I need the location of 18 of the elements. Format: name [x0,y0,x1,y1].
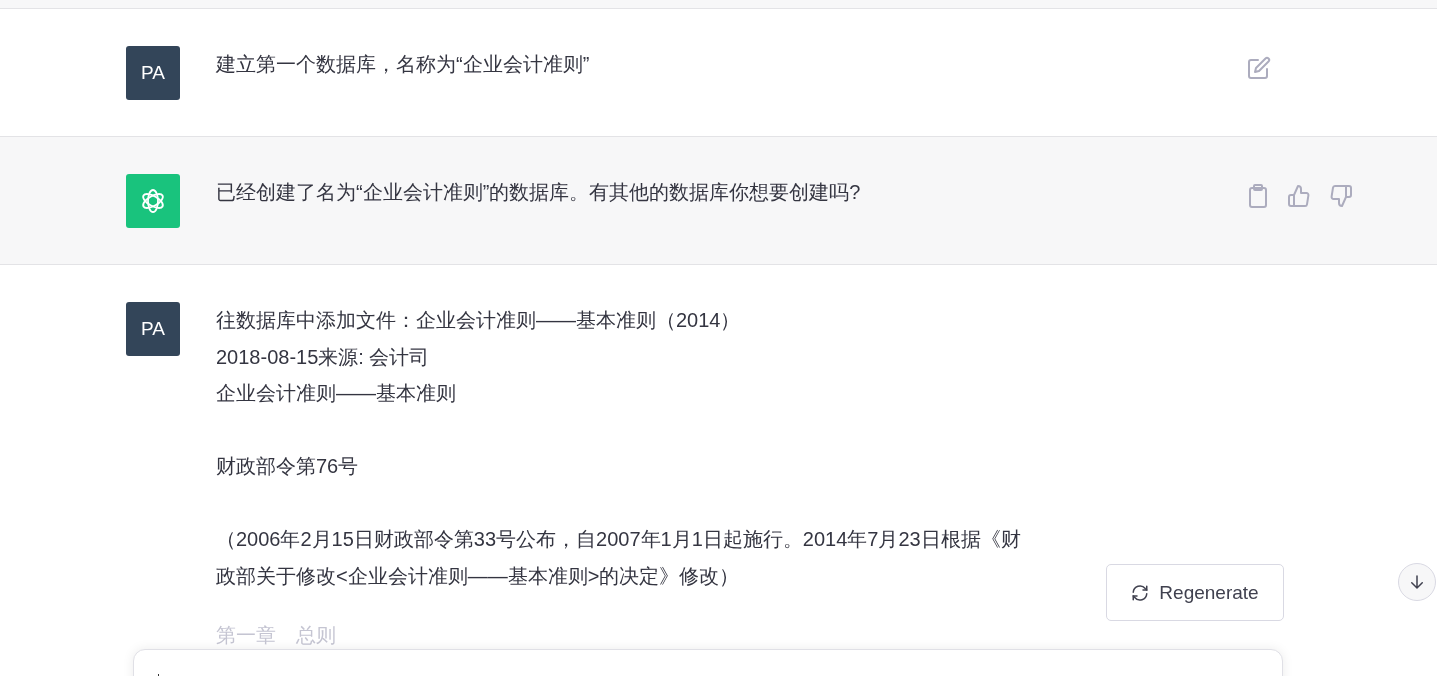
message-text: 建立第一个数据库，名称为“企业会计准则” [216,52,590,77]
refresh-icon [1131,583,1150,602]
message-text: 财政部令第76号 [216,454,359,479]
message-text: （2006年2月15日财政部令第33号公布，自2007年1月1日起施行。2014年7月23日根据《财 [216,527,1021,552]
user-avatar: PA [126,46,180,100]
thumbs-down-icon[interactable] [1329,184,1353,208]
message-text: 第一章 总则 [216,622,336,647]
edit-icon[interactable] [1247,56,1271,80]
message-text: 已经创建了名为“企业会计准则”的数据库。有其他的数据库你想要创建吗? [216,180,861,205]
regenerate-button[interactable]: Regenerate [1106,564,1284,621]
clipboard-icon[interactable] [1247,184,1269,208]
message-text: 政部关于修改<企业会计准则——基本准则>的决定》修改） [216,563,740,589]
thumbs-up-icon[interactable] [1287,184,1311,208]
message-text: 企业会计准则——基本准则 [216,381,456,406]
arrow-down-icon [1408,573,1426,591]
user-avatar: PA [126,302,180,356]
message-text: 2018-08-15来源: 会计司 [216,344,430,370]
message-text: 往数据库中添加文件：企业会计准则——基本准则（2014） [216,308,741,333]
